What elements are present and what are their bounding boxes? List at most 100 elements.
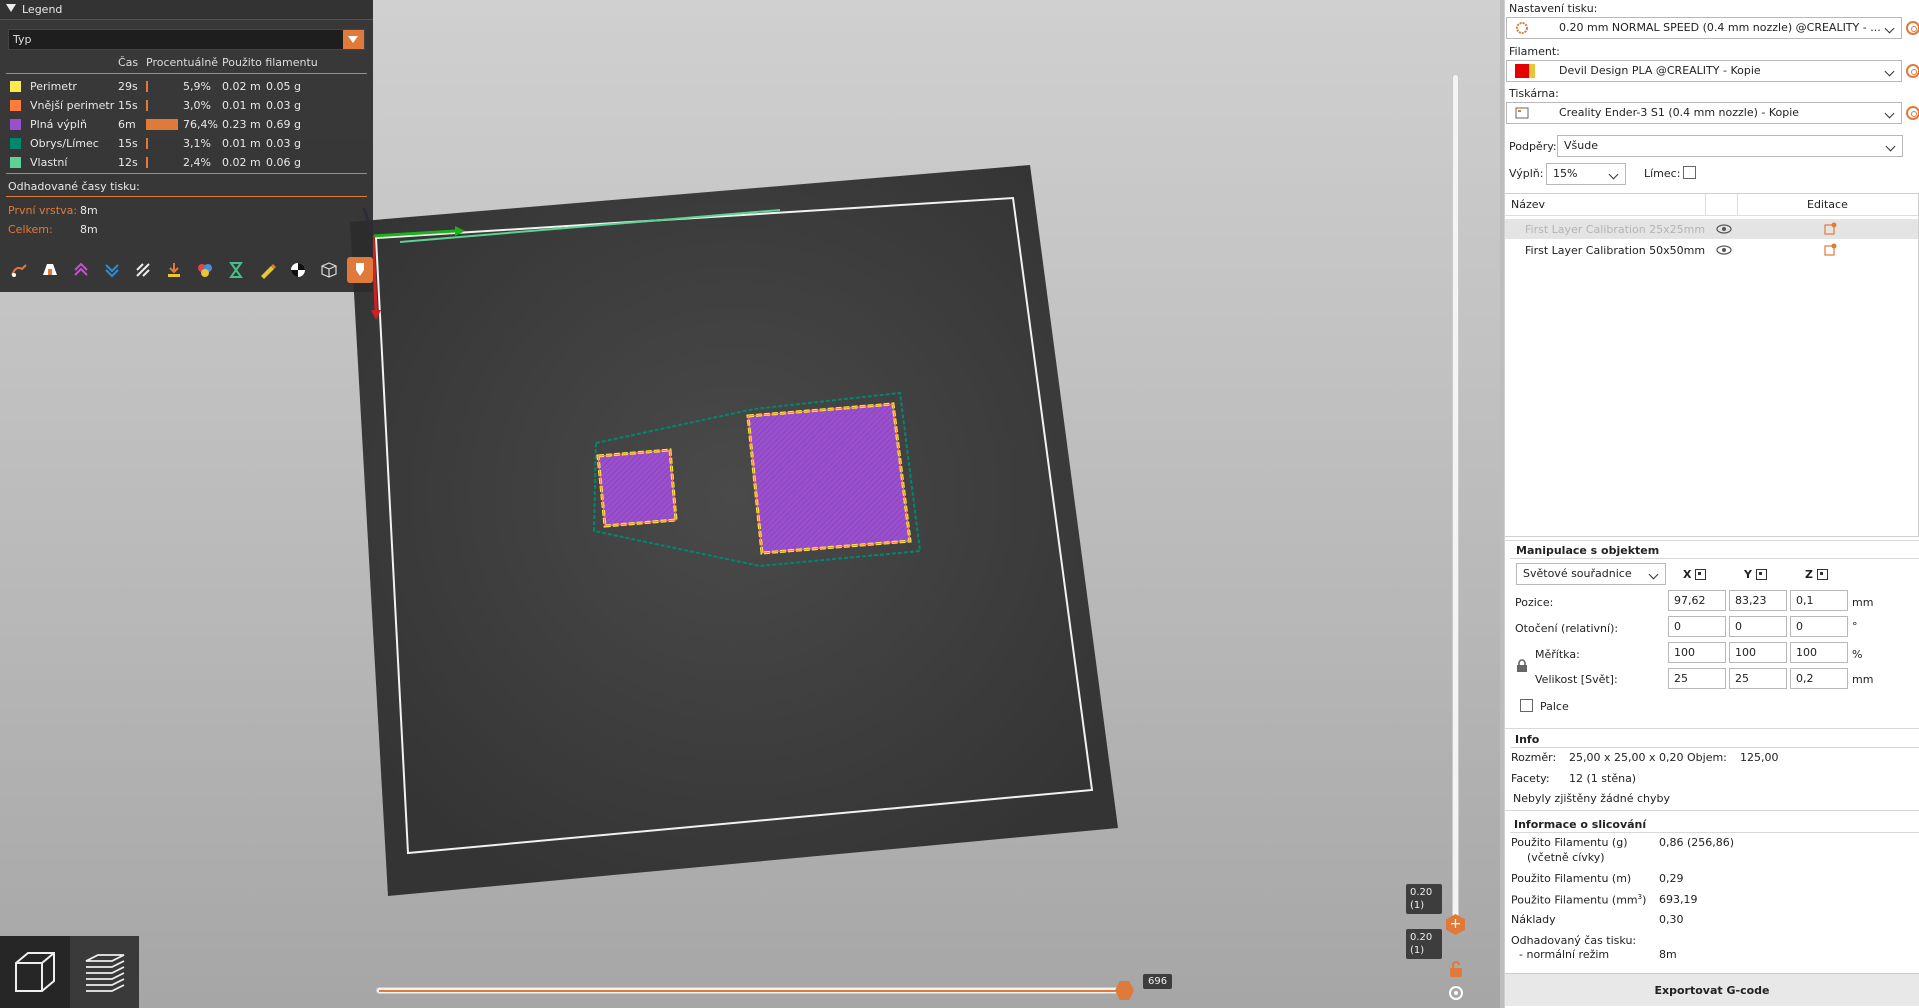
legend-color-swatch xyxy=(10,81,21,92)
coordinates-combo[interactable]: Světové souřadnice xyxy=(1516,563,1666,585)
legend-percent-bar xyxy=(146,119,179,130)
estimated-times-label: Odhadované časy tisku: xyxy=(8,180,140,193)
object-list: Název Editace First Layer Calibration 25… xyxy=(1504,193,1919,537)
col-name: Název xyxy=(1511,198,1546,211)
legend-item-time: 15s xyxy=(118,99,138,112)
tool-marker-icon[interactable] xyxy=(347,257,373,283)
col-edit: Editace xyxy=(1807,198,1848,211)
rotation-x-input[interactable]: 0 xyxy=(1668,616,1726,637)
size-y-input[interactable]: 25 xyxy=(1729,668,1787,689)
legend-panel: Legend Typ Čas Procentuálně Použito fila… xyxy=(0,0,373,292)
lock-open-icon[interactable] xyxy=(1447,960,1465,978)
scale-y-input[interactable]: 100 xyxy=(1729,642,1787,663)
filament-combo[interactable]: Devil Design PLA @CREALITY - Kopie xyxy=(1506,60,1902,82)
scale-x-input[interactable]: 100 xyxy=(1668,642,1726,663)
combo-arrow-icon[interactable] xyxy=(343,30,364,49)
position-y-input[interactable]: 83,23 xyxy=(1729,590,1787,611)
center-of-gravity-icon[interactable] xyxy=(285,257,311,283)
seams-toggle-icon[interactable] xyxy=(130,257,156,283)
printer-gear-icon[interactable] xyxy=(1906,106,1919,120)
supports-combo[interactable]: Všude xyxy=(1557,135,1903,157)
header-divider xyxy=(1705,194,1706,216)
legend-color-swatch xyxy=(10,100,21,111)
print-settings-gear-icon[interactable] xyxy=(1906,21,1919,35)
gear-icon[interactable] xyxy=(1447,984,1465,1002)
info-size-value: 25,00 x 25,00 x 0,20 xyxy=(1569,751,1684,764)
cost-label: Náklady xyxy=(1511,913,1556,926)
legend-color-swatch xyxy=(10,157,21,168)
retractions-toggle-icon[interactable] xyxy=(68,257,94,283)
object-list-header: Název Editace xyxy=(1505,194,1918,216)
section-divider xyxy=(1505,810,1919,811)
legend-divider xyxy=(6,173,367,174)
size-x-input[interactable]: 25 xyxy=(1668,668,1726,689)
eye-icon[interactable] xyxy=(1716,224,1732,234)
first-layer-row: První vrstva: 8m xyxy=(8,204,98,217)
scale-lock-icon[interactable] xyxy=(1516,659,1528,673)
pause-prints-toggle-icon[interactable] xyxy=(223,257,249,283)
section-divider xyxy=(1505,728,1919,729)
chevron-down-icon xyxy=(1648,569,1659,580)
legend-header[interactable]: Legend xyxy=(0,0,373,20)
supports-value: Všude xyxy=(1564,139,1598,152)
drop-to-axis-icon[interactable] xyxy=(1755,569,1767,580)
vertical-slider-bottom-label: 0.20 (1) xyxy=(1406,929,1442,959)
normal-mode-value: 8m xyxy=(1659,948,1677,961)
drop-to-axis-icon[interactable] xyxy=(1695,569,1707,580)
color-changes-toggle-icon[interactable] xyxy=(192,257,218,283)
first-layer-label: První vrstva: xyxy=(8,204,78,217)
export-gcode-button[interactable]: Exportovat G-code xyxy=(1505,973,1919,1006)
printer-value: Creality Ender-3 S1 (0.4 mm nozzle) - Ko… xyxy=(1559,106,1800,119)
object-row[interactable]: First Layer Calibration 25x25mm xyxy=(1505,219,1918,239)
printer-combo[interactable]: Creality Ender-3 S1 (0.4 mm nozzle) - Ko… xyxy=(1506,102,1902,124)
eye-icon[interactable] xyxy=(1716,245,1732,255)
legend-item-time: 29s xyxy=(118,80,138,93)
object-row[interactable]: First Layer Calibration 50x50mm xyxy=(1505,240,1918,260)
edit-settings-icon[interactable] xyxy=(1824,243,1838,257)
rotation-z-input[interactable]: 0 xyxy=(1790,616,1848,637)
vertical-layers-slider[interactable] xyxy=(1452,74,1459,922)
legend-item-percent: 2,4% xyxy=(183,156,211,169)
rotation-y-input[interactable]: 0 xyxy=(1729,616,1787,637)
horizontal-moves-slider[interactable] xyxy=(376,987,1126,994)
edit-settings-icon[interactable] xyxy=(1824,222,1838,236)
brim-checkbox[interactable] xyxy=(1683,166,1696,179)
legend-item-time: 12s xyxy=(118,156,138,169)
shells-toggle-icon[interactable] xyxy=(316,257,342,283)
wipe-toggle-icon[interactable] xyxy=(37,257,63,283)
view-type-combo[interactable]: Typ xyxy=(8,29,365,50)
scale-z-input[interactable]: 100 xyxy=(1790,642,1848,663)
legend-percent-bar xyxy=(146,138,148,149)
position-x-input[interactable]: 97,62 xyxy=(1668,590,1726,611)
inches-checkbox[interactable] xyxy=(1520,699,1533,712)
legend-divider xyxy=(6,196,367,197)
print-settings-icon xyxy=(1516,22,1528,34)
used-mm3-close: ) xyxy=(1642,893,1647,907)
position-z-input[interactable]: 0,1 xyxy=(1790,590,1848,611)
deretractions-toggle-icon[interactable] xyxy=(99,257,125,283)
travel-toggle-icon[interactable] xyxy=(6,257,32,283)
filament-gear-icon[interactable] xyxy=(1906,64,1919,78)
preview-button[interactable] xyxy=(70,936,139,1008)
drop-to-axis-icon[interactable] xyxy=(1816,569,1828,580)
object-name: First Layer Calibration 25x25mm xyxy=(1525,223,1706,236)
normal-mode-label: - normální režim xyxy=(1519,948,1610,961)
legend-title: Legend xyxy=(22,3,63,16)
axis-x-label: X xyxy=(1683,568,1692,581)
printer-label: Tiskárna: xyxy=(1509,87,1559,100)
axis-z-label: Z xyxy=(1805,568,1813,581)
3d-view-button[interactable] xyxy=(0,936,69,1008)
legend-item-percent: 76,4% xyxy=(183,118,218,131)
legend-item-length: 0.01 m xyxy=(222,99,261,112)
inches-label: Palce xyxy=(1540,700,1569,713)
legend-toolbar xyxy=(6,257,373,285)
used-m-value: 0,29 xyxy=(1659,872,1684,885)
size-z-input[interactable]: 0,2 xyxy=(1790,668,1848,689)
custom-gcodes-toggle-icon[interactable] xyxy=(254,257,280,283)
chevron-down-icon xyxy=(1884,108,1895,119)
print-settings-combo[interactable]: 0.20 mm NORMAL SPEED (0.4 mm nozzle) @CR… xyxy=(1506,17,1902,39)
infill-combo[interactable]: 15% xyxy=(1546,163,1626,185)
collapse-triangle-icon[interactable] xyxy=(6,4,16,12)
tool-changes-toggle-icon[interactable] xyxy=(161,257,187,283)
slicing-title: Informace o slicování xyxy=(1514,818,1647,831)
